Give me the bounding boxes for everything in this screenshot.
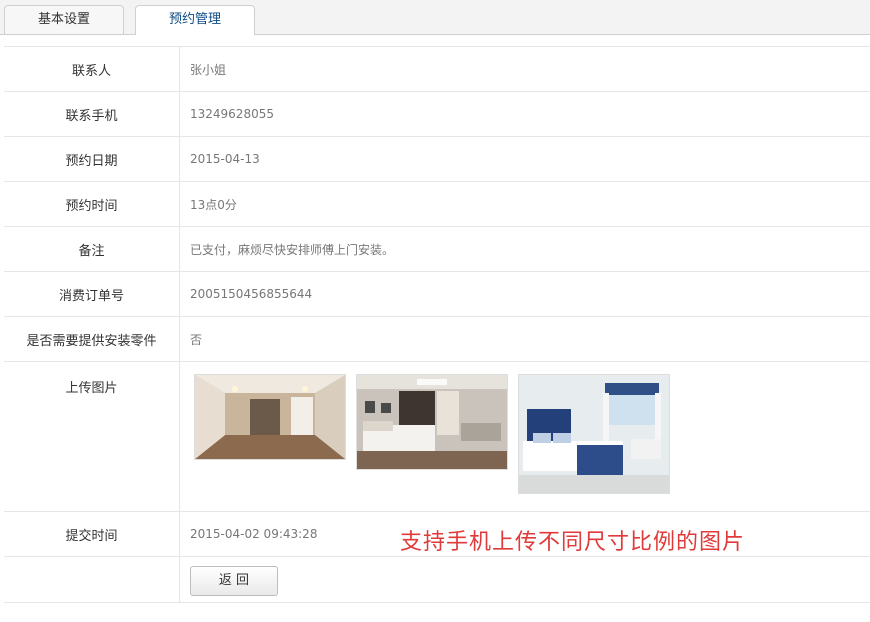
date-value: 2015-04-13 bbox=[179, 136, 870, 182]
actions-cell: 返 回 bbox=[179, 556, 870, 603]
submit-time-label: 提交时间 bbox=[4, 511, 180, 557]
remark-value: 已支付，麻烦尽快安排师傅上门安装。 bbox=[179, 226, 870, 272]
need-parts-value: 否 bbox=[179, 316, 870, 362]
top-tab-bar: 基本设置 预约管理 bbox=[0, 0, 870, 35]
contact-label: 联系人 bbox=[4, 46, 180, 92]
row-images: 上传图片 bbox=[4, 361, 870, 512]
order-number-label: 消费订单号 bbox=[4, 271, 180, 317]
row-order-number: 消费订单号 2005150456855644 bbox=[4, 271, 870, 317]
uploaded-image-list bbox=[190, 374, 870, 494]
phone-label: 联系手机 bbox=[4, 91, 180, 137]
uploaded-image-2[interactable] bbox=[356, 374, 508, 470]
row-need-parts: 是否需要提供安装零件 否 bbox=[4, 316, 870, 362]
back-button[interactable]: 返 回 bbox=[190, 565, 278, 596]
tab-basic-settings[interactable]: 基本设置 bbox=[4, 5, 124, 34]
row-remark: 备注 已支付，麻烦尽快安排师傅上门安装。 bbox=[4, 226, 870, 272]
row-date: 预约日期 2015-04-13 bbox=[4, 136, 870, 182]
row-contact: 联系人 张小姐 bbox=[4, 46, 870, 92]
remark-label: 备注 bbox=[4, 226, 180, 272]
need-parts-label: 是否需要提供安装零件 bbox=[4, 316, 180, 362]
row-time: 预约时间 13点0分 bbox=[4, 181, 870, 227]
order-number-value: 2005150456855644 bbox=[179, 271, 870, 317]
date-label: 预约日期 bbox=[4, 136, 180, 182]
time-label: 预约时间 bbox=[4, 181, 180, 227]
uploaded-image-3[interactable] bbox=[518, 374, 670, 494]
time-value: 13点0分 bbox=[179, 181, 870, 227]
images-value bbox=[179, 361, 870, 512]
tab-appointment-management[interactable]: 预约管理 bbox=[135, 5, 255, 35]
phone-value: 13249628055 bbox=[179, 91, 870, 137]
actions-label-empty bbox=[4, 556, 180, 603]
uploaded-image-1[interactable] bbox=[194, 374, 346, 460]
appointment-detail-table: 联系人 张小姐 联系手机 13249628055 预约日期 2015-04-13… bbox=[4, 46, 870, 603]
row-actions: 返 回 bbox=[4, 556, 870, 603]
annotation-text: 支持手机上传不同尺寸比例的图片 bbox=[400, 530, 746, 555]
contact-value: 张小姐 bbox=[179, 46, 870, 92]
row-phone: 联系手机 13249628055 bbox=[4, 91, 870, 137]
images-label: 上传图片 bbox=[4, 361, 180, 512]
